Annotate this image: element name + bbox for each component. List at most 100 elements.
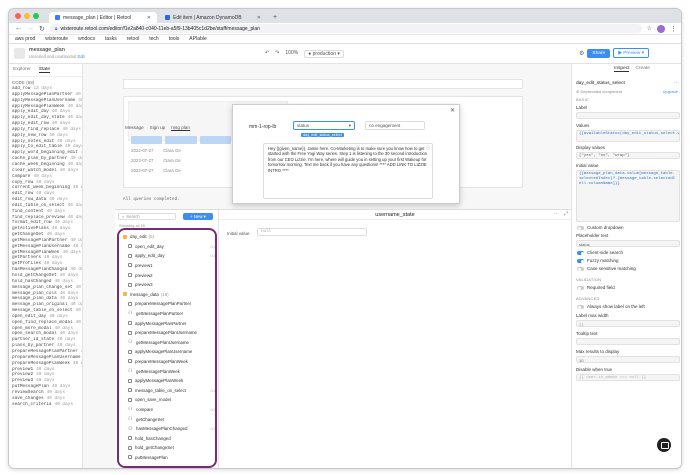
bookmark-item[interactable]: wisteroute [45,36,68,42]
redo-icon[interactable]: ↷ [275,50,279,58]
menu-icon[interactable]: ⋮ [670,25,677,33]
state-query-item[interactable]: apply_edit_day0.1s [128,251,215,260]
tab-state[interactable]: State [38,67,51,73]
env-select[interactable]: ● production ▾ [304,50,344,58]
bookmark-item[interactable]: tasks [105,36,117,42]
state-query-item[interactable]: preview1 [128,261,215,270]
canvas-button[interactable] [199,136,231,144]
state-query-item[interactable]: applyMessagePlanPartner [128,318,215,327]
case-sensitive-toggle[interactable] [577,267,584,271]
folder-item[interactable]: day_edit (5) [123,232,213,241]
close-icon[interactable]: ✕ [450,107,455,114]
state-query-item[interactable]: open_edit_day0.1s [128,242,215,251]
state-query-item[interactable]: prepareMessagePlanPartner [128,299,215,308]
message-body-textarea[interactable]: Hey {{given_name}}, Jamie here. Co-Marke… [263,143,433,199]
required-toggle[interactable] [577,286,584,290]
query-list-item[interactable]: search_criteria 40 days [9,402,82,408]
more-icon[interactable]: ⋯ [554,211,559,217]
state-query-item[interactable]: {} getMessagePlanWeek [128,366,215,375]
tab-create[interactable]: Create [635,66,649,72]
tab-inspect[interactable]: Inspect [614,66,630,72]
state-query-item[interactable]: {} getMessagePlanPartner [128,309,215,318]
app-name[interactable]: message_plan [29,47,65,53]
status-select[interactable]: status ▾ [293,121,355,130]
fuzzy-toggle[interactable] [577,259,584,263]
tab-explorer[interactable]: Explorer [13,67,31,73]
bookmark-item[interactable]: aws prod [15,36,35,42]
canvas-tab[interactable]: Sign up [150,125,166,131]
reload-icon[interactable]: ↻ [39,25,45,33]
state-query-item[interactable]: preview2 [128,270,215,279]
close-tab-icon[interactable]: ✕ [257,15,261,21]
state-query-item[interactable]: {} getChangeSet [128,414,215,423]
folder-item[interactable]: message_data (19) [123,290,213,299]
label-max-width-field[interactable]: 33 [576,320,680,327]
share-button[interactable]: Share [587,48,611,58]
settings-icon[interactable]: ⚙ [579,50,584,57]
state-query-item[interactable]: applyMessagePlanUsername [128,347,215,356]
initial-value-field[interactable]: {{message_plan_data.value[message_table.… [576,170,680,222]
initial-value-field[interactable]: null [257,228,367,236]
table-row[interactable]: 2022-07-27 Clara Ge [131,148,181,153]
new-query-button[interactable]: + New ▾ [183,213,213,220]
display-values-field[interactable]: ["yes", "no", "wrap"] [576,152,680,159]
values-field[interactable]: {{availableStatus(day_edit_status_select… [576,130,680,142]
state-query-item[interactable]: applyMessagePlanWeek [128,376,215,385]
state-query-item[interactable]: {}hasMessagePlanChanged0.0s [128,424,215,433]
state-query-item[interactable]: message_table_on_select0.1s [128,386,215,395]
more-icon[interactable]: ⋯ [674,80,679,86]
undo-icon[interactable]: ↶ [265,50,269,58]
profile-avatar[interactable] [657,24,665,33]
max-results-field[interactable]: 10 [576,356,680,363]
canvas-tab[interactable]: Message [125,125,144,131]
component-name[interactable]: day_edit_status_select [576,81,625,86]
section-validation[interactable]: VALIDATION [576,277,601,282]
canvas-button[interactable] [165,136,197,144]
state-query-item[interactable]: prepareMessagePlanUsername [128,328,215,337]
url-field[interactable]: 🔒︎ wisteroute.retool.com/editor/f1e2a840-… [49,24,642,33]
close-window-icon[interactable] [15,13,21,19]
close-tab-icon[interactable]: ✕ [147,15,151,21]
state-query-item[interactable]: {} getMessagePlanUsername [128,338,215,347]
bookmark-item[interactable]: tech [149,36,158,42]
client-search-toggle[interactable] [577,251,584,255]
browser-tab-retool[interactable]: message_plan | Editor | Retool ✕ [49,12,157,23]
maximize-window-icon[interactable] [33,13,39,19]
app-edit-link[interactable]: Edit [77,54,84,59]
canvas-tab[interactable]: msg plan [171,125,190,131]
chat-bubble-icon[interactable] [657,438,671,452]
state-query-item[interactable]: preview3 [128,280,215,289]
tooltip-field[interactable] [576,338,680,345]
engagement-field[interactable]: no engagement [365,121,425,130]
bookmark-item[interactable]: retool [127,36,140,42]
state-query-item[interactable]: {}compare0.1s [128,405,215,414]
disable-field[interactable]: {{ user.is_admin === null }} [576,374,680,381]
state-search-input[interactable]: ⌕ Search [118,213,176,220]
back-icon[interactable]: ← [15,25,22,32]
canvas-button[interactable] [131,136,163,144]
always-show-toggle[interactable] [577,305,584,309]
upgrade-link[interactable]: Upgrade [663,89,678,94]
star-icon[interactable]: ☆ [647,25,652,32]
state-query-item[interactable]: hold_getChangeSet [128,443,215,452]
state-query-item[interactable]: hold_hasChanged [128,434,215,443]
forward-icon[interactable]: → [27,25,34,32]
table-row[interactable]: 2022-07-27 Clara Ge [131,158,181,163]
state-query-item[interactable]: putMessagePlan [128,453,215,462]
bookmark-item[interactable]: tools [169,36,180,42]
new-tab-icon[interactable]: + [273,14,277,21]
label-field[interactable] [576,112,680,119]
bookmark-item[interactable]: APIable [189,36,207,42]
custom-dropdown-toggle[interactable] [577,226,584,230]
state-query-item[interactable]: open_save_model [128,395,215,404]
zoom-select[interactable]: 100% [285,50,298,58]
placeholder-field[interactable]: status [576,240,680,247]
bookmark-item[interactable]: wndocs [78,36,95,42]
preview-button[interactable]: ▶ Preview ▾ [613,48,650,58]
section-basic[interactable]: BASIC [576,97,589,102]
state-query-item[interactable]: prepareMessagePlanWeek [128,357,215,366]
section-advanced[interactable]: ADVANCED [576,296,600,301]
browser-tab-dynamo[interactable]: Edit item | Amazon DynamoDB ✕ [159,12,267,23]
minimize-window-icon[interactable] [24,13,30,19]
table-row[interactable]: 2022-07-27 Clara Ge [131,168,181,173]
